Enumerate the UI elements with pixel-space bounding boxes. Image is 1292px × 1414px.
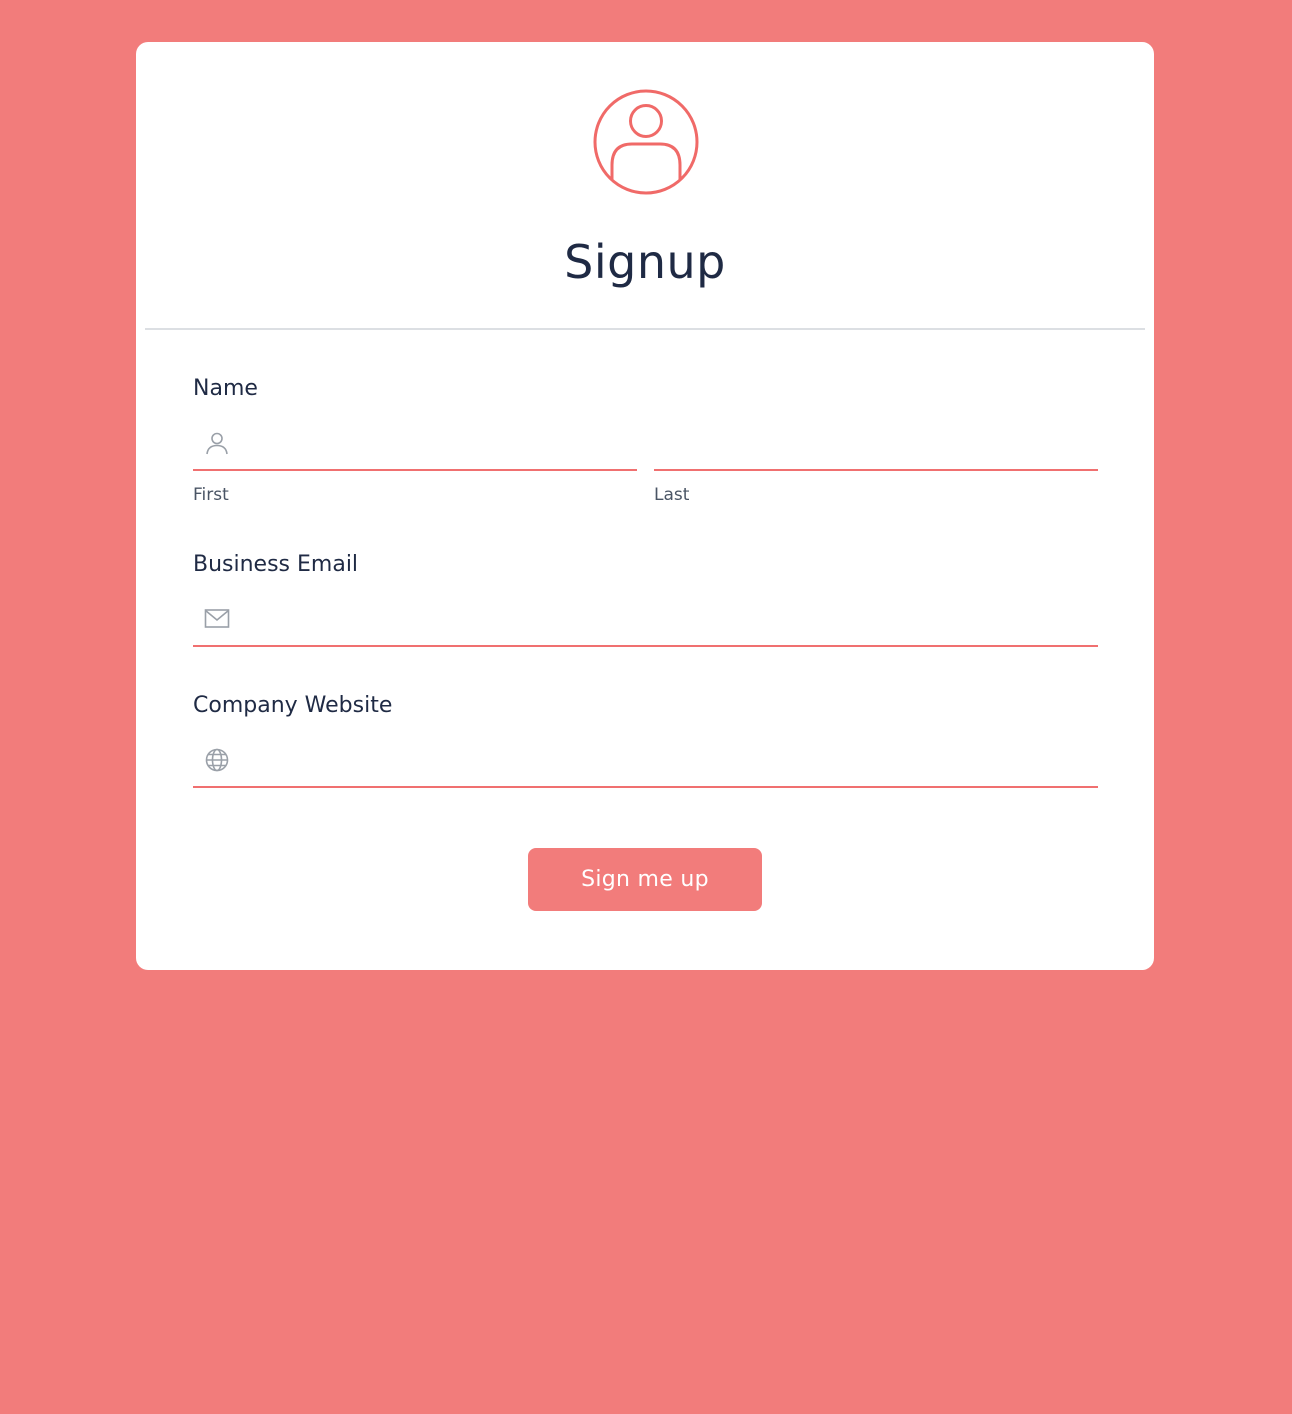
company-website-label: Company Website bbox=[193, 693, 393, 718]
business-email-input[interactable] bbox=[193, 599, 1098, 647]
last-name-input[interactable] bbox=[654, 424, 1098, 471]
first-name-sublabel: First bbox=[193, 485, 229, 505]
page-title: Signup bbox=[564, 235, 726, 289]
company-website-input[interactable] bbox=[193, 740, 1098, 788]
last-name-sublabel: Last bbox=[654, 485, 690, 505]
first-name-input[interactable] bbox=[193, 424, 637, 471]
name-label: Name bbox=[193, 376, 258, 401]
business-email-label: Business Email bbox=[193, 552, 359, 577]
sign-me-up-button[interactable]: Sign me up bbox=[528, 848, 762, 911]
header-divider bbox=[145, 328, 1145, 330]
signup-card: Signup Name First Last Business Email Co… bbox=[136, 42, 1154, 970]
user-circle-icon bbox=[593, 89, 699, 195]
